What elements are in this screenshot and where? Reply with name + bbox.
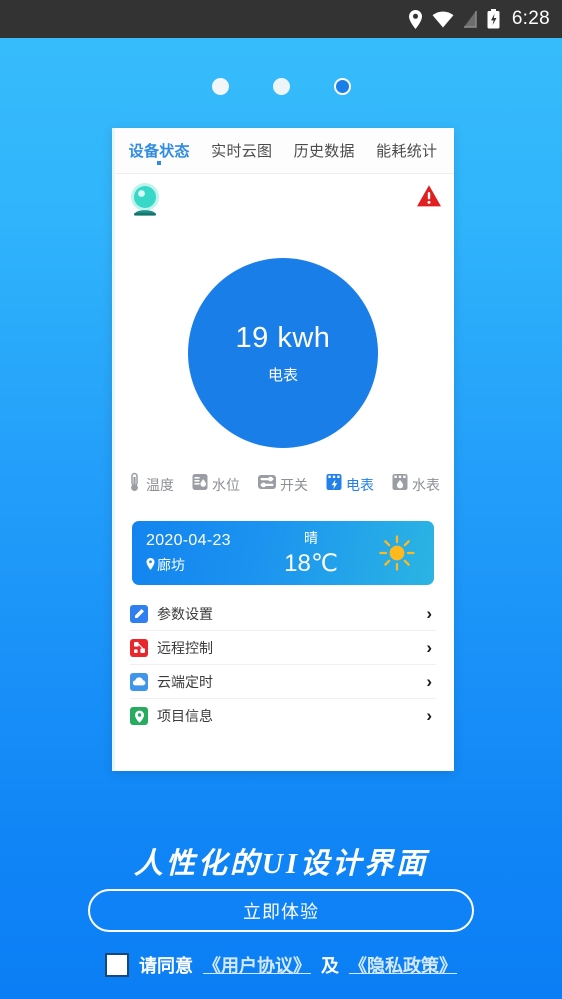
- device-type-row: 温度 水位 开关 电表 水表: [112, 464, 454, 507]
- privacy-policy-link[interactable]: 《隐私政策》: [349, 952, 457, 978]
- menu-item-cloud-timer[interactable]: 云端定时 ›: [130, 665, 436, 699]
- tab-active-indicator: [157, 161, 162, 165]
- chevron-right-icon: ›: [426, 706, 432, 725]
- status-bar: 6:28: [0, 0, 562, 38]
- water-level-icon: [191, 472, 209, 497]
- menu-item-label: 参数设置: [157, 605, 213, 622]
- water-meter-icon: [391, 472, 409, 497]
- tab-bar: 设备状态 实时云图 历史数据 能耗统计: [112, 128, 454, 174]
- energy-gauge-circle[interactable]: 19 kwh 电表: [188, 258, 378, 448]
- menu-item-label: 远程控制: [157, 639, 213, 656]
- weather-card[interactable]: 2020-04-23 廊坊 晴 18℃: [132, 521, 434, 585]
- device-type-water-level[interactable]: 水位: [191, 472, 240, 497]
- tab-history-data[interactable]: 历史数据: [283, 128, 366, 161]
- carousel-dot-3-active[interactable]: [333, 77, 351, 95]
- weather-left: 2020-04-23 廊坊: [146, 532, 266, 575]
- sun-icon: [374, 534, 420, 572]
- promo-tagline: 人性化的UI设计界面: [133, 848, 429, 880]
- carousel-dot-2[interactable]: [272, 77, 290, 95]
- electric-meter-icon: [325, 472, 343, 497]
- gauge-panel: 19 kwh 电表: [112, 174, 454, 464]
- cloud-icon: [130, 672, 148, 691]
- map-pin-icon: [130, 707, 148, 725]
- menu-item-remote-control[interactable]: 远程控制 ›: [130, 631, 436, 665]
- settings-menu-list: 参数设置 › 远程控制 › 云端定时 › 项目信息 ›: [130, 597, 436, 733]
- menu-item-label: 云端定时: [157, 673, 213, 690]
- weather-middle: 晴 18℃: [266, 528, 374, 578]
- chevron-right-icon: ›: [426, 637, 432, 657]
- user-agreement-link[interactable]: 《用户协议》: [203, 952, 311, 978]
- agreement-checkbox[interactable]: [105, 953, 129, 977]
- weather-temperature: 18℃: [284, 550, 338, 577]
- tab-label: 设备状态: [128, 143, 190, 160]
- thermometer-icon: [126, 472, 143, 497]
- remote-control-icon: [130, 638, 148, 657]
- weather-date: 2020-04-23: [146, 531, 231, 549]
- agreement-conjunction: 及: [321, 956, 339, 976]
- device-type-label: 电表: [346, 476, 374, 493]
- weather-condition: 晴: [304, 530, 318, 546]
- gauge-unit-label: 电表: [267, 366, 298, 384]
- device-type-water-meter[interactable]: 水表: [391, 472, 440, 497]
- tab-label: 实时云图: [211, 143, 273, 160]
- device-type-label: 水位: [212, 476, 240, 493]
- wifi-icon: [432, 11, 454, 28]
- location-pin-icon: [408, 9, 423, 29]
- menu-item-label: 项目信息: [157, 708, 213, 724]
- device-type-temperature[interactable]: 温度: [126, 472, 174, 497]
- location-pin-icon: [146, 557, 155, 573]
- menu-item-project-info[interactable]: 项目信息 ›: [130, 699, 436, 733]
- agreement-prefix: 请同意: [139, 956, 193, 976]
- webcam-icon[interactable]: [127, 182, 163, 225]
- chevron-right-icon: ›: [426, 603, 432, 623]
- device-type-label: 温度: [146, 476, 174, 493]
- carousel-indicator[interactable]: [0, 60, 562, 112]
- pencil-icon: [130, 604, 148, 623]
- tab-energy-statistics[interactable]: 能耗统计: [366, 128, 449, 161]
- try-now-label: 立即体验: [243, 901, 319, 922]
- app-preview-card: 设备状态 实时云图 历史数据 能耗统计 19 kwh 电表 温度 水位 开关 电…: [112, 128, 454, 771]
- agreement-row: 请同意 《用户协议》 及 《隐私政策》: [0, 952, 562, 978]
- device-type-switch[interactable]: 开关: [257, 472, 308, 497]
- device-type-electric-meter[interactable]: 电表: [325, 472, 374, 497]
- menu-item-parameter-settings[interactable]: 参数设置 ›: [130, 597, 436, 631]
- battery-charging-icon: [487, 9, 500, 29]
- carousel-dot-1[interactable]: [211, 77, 229, 95]
- status-time: 6:28: [511, 8, 550, 29]
- tab-device-status[interactable]: 设备状态: [118, 128, 201, 165]
- warning-triangle-icon[interactable]: [416, 184, 442, 213]
- signal-icon: [463, 10, 478, 28]
- device-type-label: 开关: [280, 476, 308, 493]
- weather-location: 廊坊: [146, 555, 266, 575]
- tab-label: 能耗统计: [376, 143, 438, 160]
- try-now-button[interactable]: 立即体验: [88, 889, 474, 932]
- chevron-right-icon: ›: [426, 671, 432, 691]
- switch-icon: [257, 472, 277, 497]
- tab-realtime-cloud-map[interactable]: 实时云图: [201, 128, 284, 161]
- gauge-value: 19 kwh: [235, 321, 331, 354]
- device-type-label: 水表: [412, 476, 440, 493]
- tab-label: 历史数据: [293, 143, 355, 160]
- weather-location-label: 廊坊: [157, 556, 185, 573]
